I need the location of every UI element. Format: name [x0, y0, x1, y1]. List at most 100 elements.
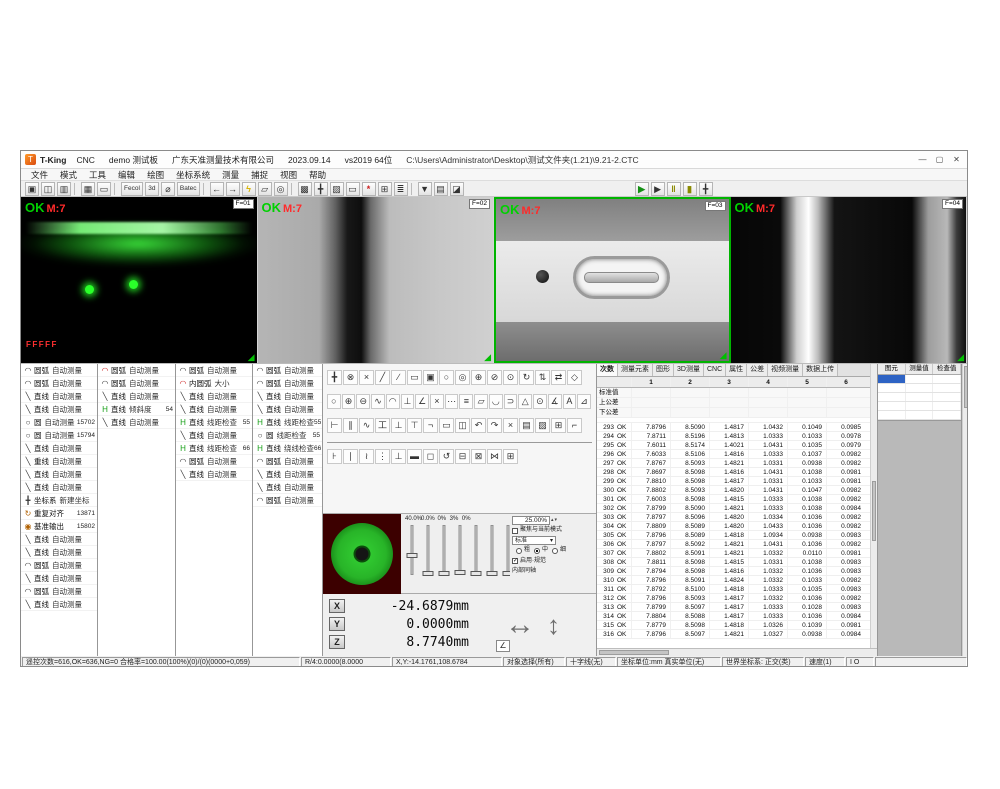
angle-display-button[interactable]: ∠ — [496, 640, 510, 652]
results-tab-2[interactable]: 图形 — [653, 364, 674, 376]
palette-tool-icon[interactable]: ⇅ — [535, 370, 550, 385]
measure-item[interactable]: ╲直线自动测量 — [98, 416, 175, 429]
save-file-button[interactable]: ▥ — [57, 182, 71, 196]
palette-tool-icon[interactable]: ¬ — [423, 418, 438, 433]
ring-light-preview[interactable] — [323, 514, 401, 594]
palette-tool-icon[interactable]: ↶ — [471, 418, 486, 433]
close-button[interactable]: ✕ — [948, 153, 965, 167]
results-tab-7[interactable]: 视频测量 — [768, 364, 803, 376]
palette-tool-icon[interactable]: ◻ — [423, 449, 438, 464]
copy-button[interactable]: ◪ — [450, 182, 464, 196]
palette-tool-icon[interactable]: ▨ — [535, 418, 550, 433]
axis-x-chip[interactable]: X — [329, 599, 345, 613]
resize-grip-icon[interactable]: ◢ — [484, 353, 491, 362]
measure-item[interactable]: ◠圆弧自动测量 — [21, 585, 97, 598]
palette-tool-icon[interactable]: ⇄ — [551, 370, 566, 385]
palette-tool-icon[interactable]: ⋮ — [375, 449, 390, 464]
measure-item[interactable]: ╲直线自动测量 — [253, 403, 322, 416]
measure-item[interactable]: ╲直线自动测量 — [176, 390, 252, 403]
palette-tool-icon[interactable]: ⊙ — [503, 370, 518, 385]
measure-item[interactable]: ╲直线自动测量 — [21, 390, 97, 403]
jog-horizontal-icon[interactable]: ↔ — [505, 608, 535, 642]
palette-tool-icon[interactable]: ≡ — [459, 394, 473, 409]
measure-item[interactable]: ◠内圆弧大小 — [176, 377, 252, 390]
element-row[interactable] — [878, 411, 961, 420]
palette-tool-icon[interactable]: ∕ — [391, 370, 406, 385]
crosshair-button[interactable]: ╋ — [314, 182, 328, 196]
result-row[interactable]: 307OK7.88028.50911.48211.03320.01100.098… — [597, 549, 877, 558]
elements-column-0[interactable]: 图元 — [878, 364, 906, 374]
star-button[interactable]: * — [362, 182, 376, 196]
run-button[interactable]: ▶ — [635, 182, 649, 196]
snapshot-button[interactable]: ▣ — [25, 182, 39, 196]
palette-tool-icon[interactable]: ⊞ — [503, 449, 518, 464]
measure-item[interactable]: ╲直线自动测量 — [176, 429, 252, 442]
measure-item[interactable]: ╲直线自动测量 — [21, 546, 97, 559]
results-tab-8[interactable]: 数据上传 — [803, 364, 838, 376]
light-slider[interactable] — [453, 524, 467, 576]
palette-tool-icon[interactable]: ▬ — [407, 449, 422, 464]
measure-item[interactable]: ◠圆弧自动测量 — [176, 455, 252, 468]
camera-viewport-3[interactable]: OKM:7 F=03 ◢ — [494, 197, 731, 363]
table-vertical-scrollbar[interactable] — [870, 364, 877, 656]
folders-button[interactable]: ▤ — [434, 182, 448, 196]
camera-viewport-2[interactable]: OKM:7 F=02 ◢ — [258, 197, 495, 363]
measure-item[interactable]: ╋坐标系新建坐标 — [21, 494, 97, 507]
element-row[interactable] — [878, 375, 961, 384]
measure-item[interactable]: ◠圆弧自动测量 — [176, 364, 252, 377]
lightning-button[interactable]: ϟ — [242, 182, 256, 196]
measure-item[interactable]: ╲直线自动测量 — [253, 481, 322, 494]
table-horizontal-scrollbar[interactable] — [597, 648, 877, 656]
light-percent-input[interactable]: 25.00% — [512, 516, 550, 525]
nav-left-button[interactable]: ← — [210, 182, 224, 196]
results-tab-1[interactable]: 测量元素 — [618, 364, 653, 376]
measure-item[interactable]: ◠圆弧自动测量 — [21, 377, 97, 390]
palette-tool-icon[interactable]: ∠ — [415, 394, 429, 409]
measure-item[interactable]: ◠圆弧自动测量 — [98, 377, 175, 390]
menu-item-0[interactable]: 文件 — [25, 169, 54, 181]
measure-item[interactable]: ╲直线自动测量 — [98, 390, 175, 403]
palette-tool-icon[interactable]: ◠ — [386, 394, 400, 409]
light-slider[interactable] — [485, 524, 499, 576]
result-row[interactable]: 315OK7.87798.50981.48181.03260.10390.098… — [597, 621, 877, 630]
palette-tool-icon[interactable]: ↷ — [487, 418, 502, 433]
results-tab-3[interactable]: 3D测量 — [674, 364, 704, 376]
axis-y-chip[interactable]: Y — [329, 617, 345, 631]
frame-button[interactable]: ▭ — [346, 182, 360, 196]
palette-tool-icon[interactable]: ⊢ — [327, 418, 342, 433]
measure-item[interactable]: ◠圆弧自动测量 — [253, 494, 322, 507]
measure-item[interactable]: ↻重复对齐13871 — [21, 507, 97, 520]
detect-button[interactable]: Batec — [177, 182, 200, 196]
palette-tool-icon[interactable]: × — [503, 418, 518, 433]
menu-item-2[interactable]: 工具 — [83, 169, 112, 181]
zoom-button[interactable]: ◎ — [274, 182, 288, 196]
palette-tool-icon[interactable]: ↻ — [519, 370, 534, 385]
palette-tool-icon[interactable]: 工 — [375, 418, 390, 433]
results-tab-4[interactable]: CNC — [704, 364, 726, 376]
palette-tool-icon[interactable]: ◎ — [455, 370, 470, 385]
measure-item[interactable]: H直线线距检查66 — [176, 442, 252, 455]
menu-item-1[interactable]: 模式 — [54, 169, 83, 181]
measure-item[interactable]: ╲直线自动测量 — [21, 481, 97, 494]
measure-item[interactable]: ╲重线自动测量 — [21, 455, 97, 468]
light-slider[interactable] — [469, 524, 483, 576]
axis-z-chip[interactable]: Z — [329, 635, 345, 649]
menu-item-5[interactable]: 坐标系统 — [170, 169, 216, 181]
measure-item[interactable]: H直线线距检查55 — [176, 416, 252, 429]
3d-mode-button[interactable]: 3d — [145, 182, 159, 196]
palette-tool-icon[interactable]: ▣ — [423, 370, 438, 385]
spinner-down-icon[interactable]: ▾ — [555, 517, 558, 525]
result-row[interactable]: 309OK7.87948.50981.48161.03320.10360.098… — [597, 567, 877, 576]
measure-item[interactable]: ╲直线自动测量 — [21, 572, 97, 585]
palette-tool-icon[interactable]: ⊖ — [356, 394, 370, 409]
preset-select[interactable]: 标准▾ — [512, 536, 556, 545]
run-step-button[interactable]: ▶ — [651, 182, 665, 196]
measure-item[interactable]: ○圆线距检查55 — [253, 429, 322, 442]
palette-tool-icon[interactable]: ⊕ — [471, 370, 486, 385]
resize-grip-icon[interactable]: ◢ — [957, 353, 964, 362]
result-row[interactable]: 305OK7.87968.50891.48181.09340.09380.098… — [597, 531, 877, 540]
measure-item[interactable]: H直线倾斜度54 — [98, 403, 175, 416]
palette-tool-icon[interactable]: ⊿ — [577, 394, 591, 409]
measure-item[interactable]: H直线线距检查55 — [253, 416, 322, 429]
result-row[interactable]: 295OK7.60118.51741.40211.04310.10350.097… — [597, 441, 877, 450]
